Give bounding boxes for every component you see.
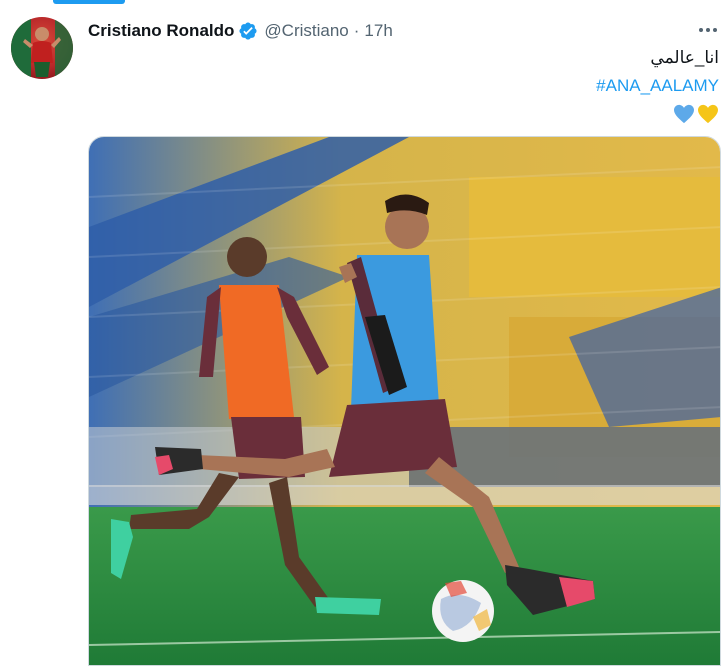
football (432, 580, 494, 642)
hashtag-link[interactable]: #ANA_AALAMY (596, 72, 719, 100)
blue-heart-icon (674, 104, 694, 124)
tweet-text-arabic: انا_عالمي (650, 48, 719, 67)
separator-dot: · (353, 21, 360, 40)
tweet[interactable]: Cristiano Ronaldo @Cristiano · 17h انا_ع… (0, 0, 727, 666)
author-name[interactable]: Cristiano Ronaldo (88, 21, 234, 41)
tweet-header: Cristiano Ronaldo @Cristiano · 17h (88, 19, 393, 43)
timestamp[interactable]: 17h (364, 21, 392, 41)
yellow-heart-icon (698, 104, 718, 124)
more-horizontal-icon (699, 28, 717, 32)
avatar[interactable] (11, 17, 73, 79)
more-options-button[interactable] (694, 18, 722, 42)
tweet-photo[interactable] (88, 136, 721, 666)
tweet-text: انا_عالمي #ANA_AALAMY (596, 44, 719, 128)
author-handle[interactable]: @Cristiano (264, 21, 348, 41)
verified-badge-icon (238, 21, 258, 41)
emoji-row (596, 100, 719, 128)
